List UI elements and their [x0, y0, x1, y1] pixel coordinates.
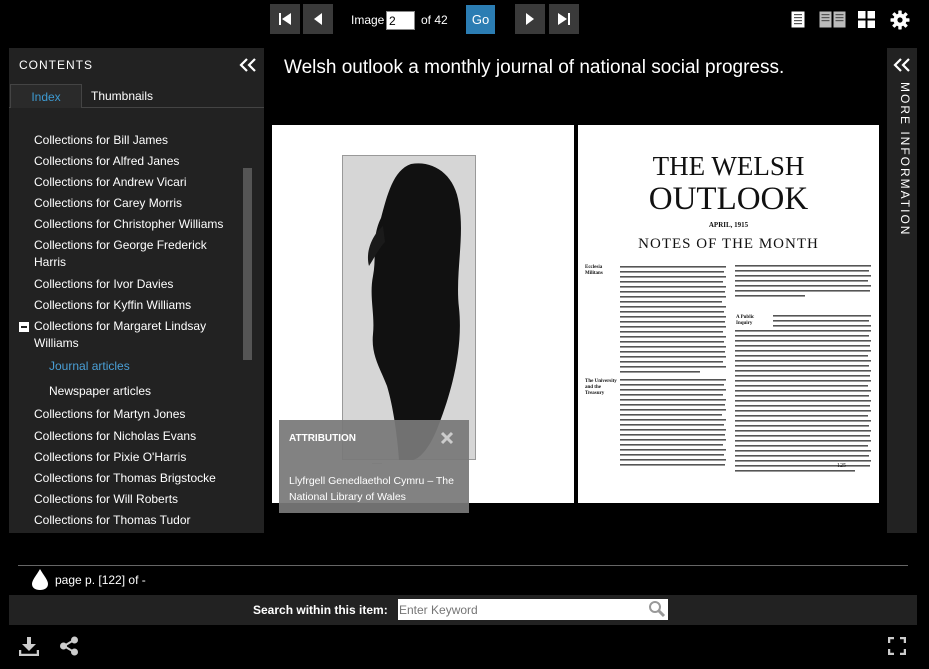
top-toolbar: Image of 42 Go — [0, 0, 929, 40]
index-item-expanded[interactable]: Collections for Margaret Lindsay William… — [34, 318, 206, 352]
contents-sidebar: CONTENTS Index Thumbnails Collections fo… — [9, 48, 264, 533]
index-item-line: Harris — [34, 255, 66, 269]
issue-date: APRIL, 1915 — [708, 221, 749, 229]
index-item[interactable]: Collections for Carey Morris — [34, 195, 182, 212]
fullscreen-icon[interactable] — [888, 637, 906, 655]
index-item[interactable]: Collections for Thomas Brigstocke — [34, 470, 216, 487]
index-item[interactable]: Collections for Thomas Tudor — [34, 512, 191, 529]
page-number: 125 — [837, 463, 846, 469]
index-item[interactable]: Collections for Alfred Janes — [34, 153, 179, 170]
sidebar-title: CONTENTS — [19, 58, 93, 72]
collapse-sidebar-icon[interactable] — [239, 57, 257, 73]
body-text-column — [735, 263, 873, 475]
side-heading: A Public Inquiry — [736, 315, 755, 326]
double-page-view-icon[interactable] — [819, 11, 846, 28]
journal-masthead: THE WELSH — [652, 151, 805, 181]
index-item[interactable]: Collections for Nicholas Evans — [34, 428, 196, 445]
image-total-label: of 42 — [421, 13, 448, 27]
index-item-line: Collections for Margaret Lindsay — [34, 319, 207, 333]
body-text-column — [620, 377, 728, 477]
text-lines — [620, 266, 726, 373]
collapse-toggle-icon[interactable] — [19, 322, 29, 332]
body-text-column — [620, 263, 728, 375]
divider — [18, 565, 908, 566]
share-icon[interactable] — [59, 636, 79, 656]
side-heading: Ecclesia Militans — [585, 265, 603, 276]
gear-icon[interactable] — [890, 10, 910, 30]
text-lines — [735, 265, 871, 472]
index-item[interactable]: Collections for Martyn Jones — [34, 406, 185, 423]
search-icon[interactable] — [648, 600, 666, 618]
grid-view-icon[interactable] — [858, 11, 875, 28]
more-information-label: MORE INFORMATION — [898, 82, 912, 237]
drop-icon — [32, 569, 48, 590]
first-page-button[interactable] — [270, 4, 300, 34]
index-item[interactable]: Collections for Andrew Vicari — [34, 174, 187, 191]
chevron-left-icon — [314, 13, 322, 25]
index-item-line: Williams — [34, 336, 79, 350]
index-item-line: Collections for George Frederick — [34, 238, 207, 252]
tab-thumbnails[interactable]: Thumbnails — [87, 84, 157, 108]
last-page-button[interactable] — [549, 4, 579, 34]
page-info: page p. [122] of - — [55, 573, 146, 587]
next-page-button[interactable] — [515, 4, 545, 34]
figure-silhouette — [367, 163, 461, 460]
search-bar: Search within this item: — [9, 595, 917, 625]
image-label: Image — [351, 13, 385, 27]
chevron-right-icon — [526, 13, 534, 25]
sidebar-scrollbar[interactable] — [243, 168, 252, 360]
previous-page-button[interactable] — [303, 4, 333, 34]
skip-first-icon — [279, 13, 291, 25]
side-heading: The University and the Treasury — [585, 379, 617, 396]
text-lines — [620, 379, 726, 466]
close-icon[interactable] — [439, 430, 455, 446]
attribution-text: Llyfrgell Genedlaethol Cymru – The Natio… — [289, 475, 454, 503]
photograph — [342, 155, 476, 460]
download-icon[interactable] — [19, 636, 39, 656]
index-item[interactable]: Collections for Pixie O'Harris — [34, 449, 186, 466]
index-item[interactable]: Collections for Kyffin Williams — [34, 297, 191, 314]
search-label: Search within this item: — [253, 603, 388, 617]
section-heading: NOTES OF THE MONTH — [638, 236, 819, 252]
index-subitem-newspaper-articles[interactable]: Newspaper articles — [49, 383, 151, 400]
more-information-panel[interactable]: MORE INFORMATION — [887, 48, 917, 533]
index-item[interactable]: Collections for George Frederick Harris — [34, 237, 207, 271]
journal-masthead: OUTLOOK — [648, 181, 809, 217]
page-image-right[interactable]: THE WELSH OUTLOOK APRIL, 1915 NOTES OF T… — [578, 125, 879, 503]
index-item[interactable]: Collections for Ivor Davies — [34, 276, 173, 293]
attribution-title: ATTRIBUTION — [289, 433, 357, 444]
index-item[interactable]: Collections for Will Roberts — [34, 491, 178, 508]
image-number-input[interactable] — [386, 11, 415, 30]
sidebar-tabs: Index Thumbnails — [9, 82, 264, 108]
index-item[interactable]: Collections for Bill James — [34, 132, 168, 149]
search-input[interactable] — [398, 599, 668, 620]
attribution-panel: ATTRIBUTION Llyfrgell Genedlaethol Cymru… — [279, 420, 469, 513]
skip-last-icon — [558, 13, 570, 25]
tab-index[interactable]: Index — [10, 84, 82, 108]
index-item[interactable]: Collections for Christopher Williams — [34, 216, 223, 233]
go-button[interactable]: Go — [466, 5, 495, 34]
expand-panel-icon[interactable] — [893, 57, 911, 73]
index-subitem-journal-articles[interactable]: Journal articles — [49, 358, 130, 375]
document-title: Welsh outlook a monthly journal of natio… — [284, 57, 785, 78]
single-page-view-icon[interactable] — [791, 11, 805, 28]
